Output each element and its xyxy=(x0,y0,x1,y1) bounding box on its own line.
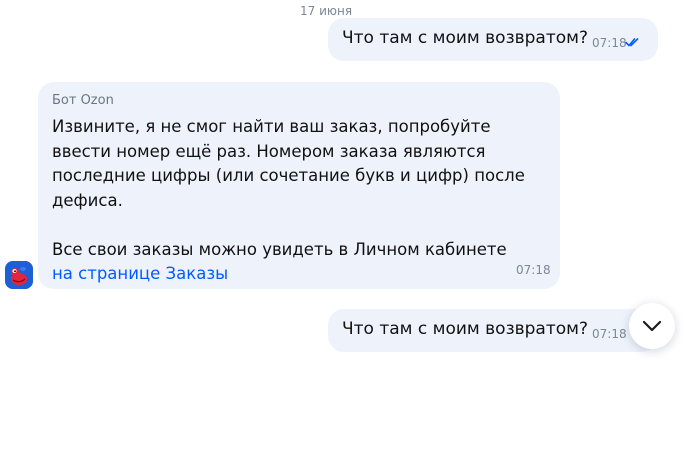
message-paragraph: Извините, я не смог найти ваш заказ, поп… xyxy=(52,117,525,210)
message-paragraph-text: Все свои заказы можно увидеть в Личном к… xyxy=(52,239,507,259)
message-text: Что там с моим возвратом? xyxy=(342,319,589,339)
incoming-message: Бот Ozon Извините, я не смог найти ваш з… xyxy=(38,82,560,289)
message-text: Что там с моим возвратом? xyxy=(342,28,589,48)
date-separator: 17 июня xyxy=(300,4,353,18)
message-time: 07:18 xyxy=(592,327,627,341)
ozon-bot-mascot-icon xyxy=(5,261,33,289)
message-time: 07:18 xyxy=(592,36,627,50)
orders-page-link[interactable]: на странице Заказы xyxy=(52,264,228,283)
outgoing-message: Что там с моим возвратом? 07:18 xyxy=(328,18,658,61)
ozon-bot-avatar xyxy=(5,261,33,289)
scroll-to-bottom-button[interactable] xyxy=(629,303,675,349)
outgoing-message: Что там с моим возвратом? 07:18 xyxy=(328,309,658,352)
message-paragraph: Все свои заказы можно увидеть в Личном к… xyxy=(52,238,532,287)
chevron-down-icon xyxy=(642,320,662,332)
message-time: 07:18 xyxy=(516,263,551,277)
message-text: Извините, я не смог найти ваш заказ, поп… xyxy=(52,115,532,287)
sender-name: Бот Ozon xyxy=(52,93,114,108)
double-check-icon xyxy=(625,38,639,47)
